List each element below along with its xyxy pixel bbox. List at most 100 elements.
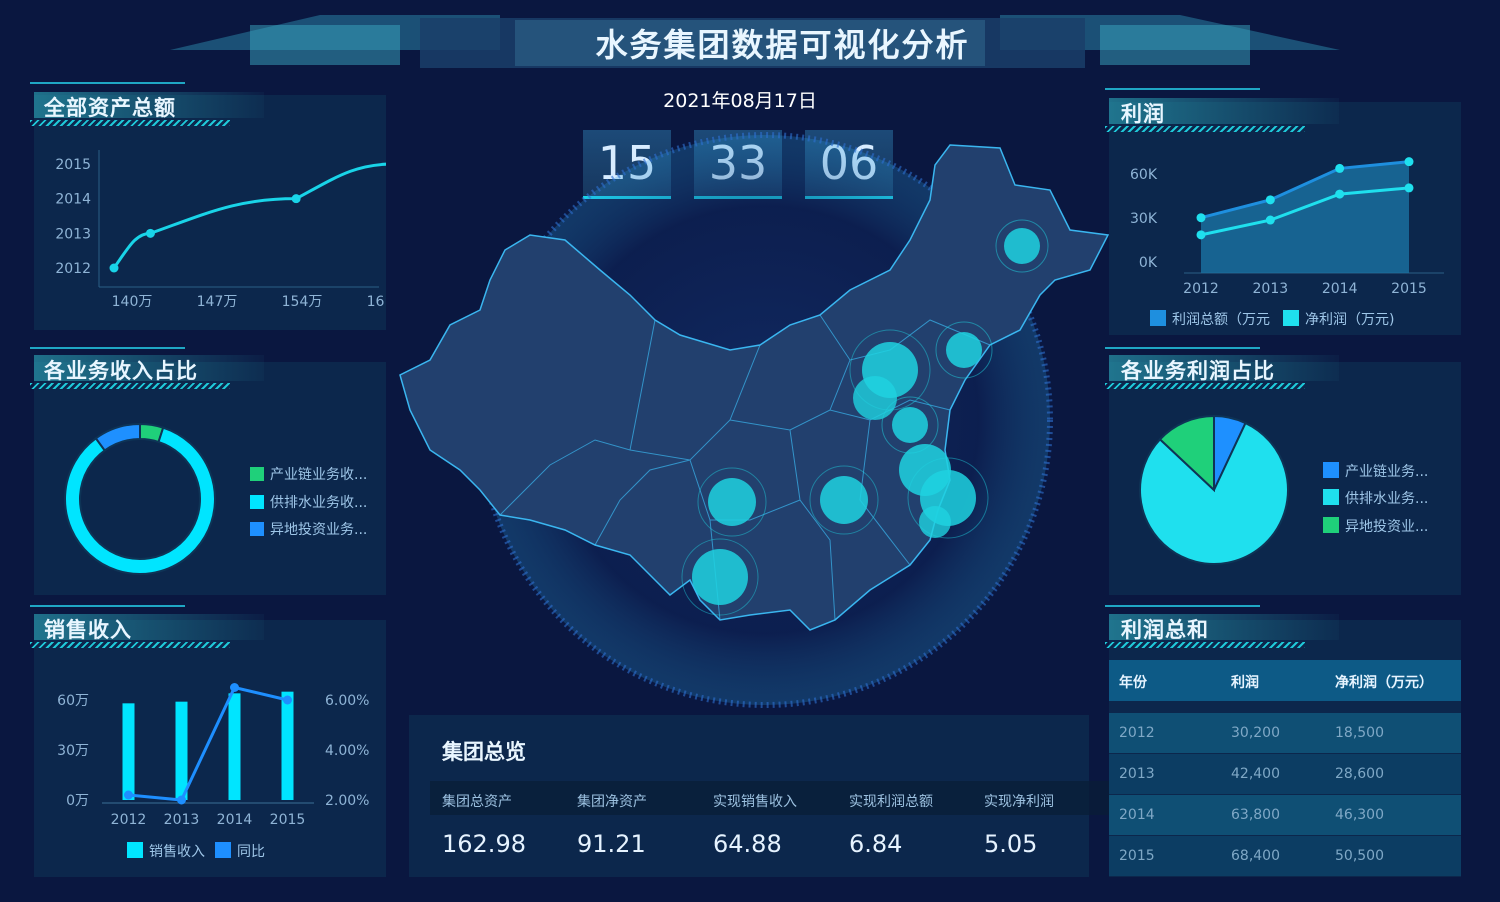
- legend-swatch: [1323, 489, 1339, 505]
- x-tick-label: 2015: [270, 812, 306, 828]
- profit-title: 利润: [1121, 102, 1165, 126]
- legend-swatch: [215, 842, 231, 858]
- legend-item: 异地投资业务...: [250, 519, 367, 539]
- revenue-share-title: 各业务收入占比: [44, 359, 198, 383]
- legend-label: 异地投资业...: [1345, 519, 1429, 535]
- panel-deco-line: [1105, 347, 1260, 349]
- sales-title: 销售收入: [44, 618, 132, 642]
- legend-label: 供排水业务收...: [270, 495, 368, 511]
- table-row: 2015 68,400 50,500: [1109, 836, 1461, 876]
- table-cell: 68,400: [1231, 848, 1280, 864]
- profit-share-title: 各业务利润占比: [1121, 359, 1275, 383]
- panel-deco-line: [1105, 605, 1260, 607]
- panel-deco-line: [30, 347, 185, 349]
- legend-item: 产业链业务收...: [250, 464, 367, 484]
- legend-item: 供排水业务收...: [250, 492, 367, 512]
- legend-label: 净利润（万元): [1305, 312, 1395, 328]
- y-tick-label: 2014: [55, 192, 91, 208]
- y-tick-label: 0万: [66, 793, 89, 809]
- table-row: 2012 30,200 18,500: [1109, 713, 1461, 753]
- legend-item: 产业链业务...: [1323, 461, 1428, 481]
- x-tick-label: 147万: [197, 294, 238, 310]
- legend-swatch: [250, 495, 264, 509]
- table-row: 2013 42,400 28,600: [1109, 754, 1461, 794]
- bar: [122, 703, 135, 800]
- data-point: [1335, 189, 1345, 199]
- x-tick-label: 2014: [1322, 281, 1358, 297]
- y-tick-label: 30K: [1130, 211, 1158, 227]
- x-tick-label: 154万: [282, 294, 323, 310]
- x-tick-label: 2014: [217, 812, 253, 828]
- data-point: [1196, 230, 1206, 240]
- panel-deco-line: [30, 82, 185, 84]
- y-tick-label: 2013: [55, 226, 91, 242]
- legend-swatch: [127, 842, 143, 858]
- profit-chart: 0K 30K 60K 2012 2013 2014 2015: [1130, 157, 1444, 297]
- legend-item: 净利润（万元): [1283, 309, 1394, 329]
- y-tick-label: 30万: [57, 743, 89, 759]
- profit-sum-title: 利润总和: [1121, 618, 1209, 642]
- table-row: 2014 63,800 46,300: [1109, 795, 1461, 835]
- bar: [175, 701, 188, 800]
- overview-label-net-profit: 实现净利润: [984, 794, 1054, 810]
- legend-label: 同比: [237, 844, 265, 860]
- table-cell: 63,800: [1231, 807, 1280, 823]
- data-point: [1404, 183, 1414, 193]
- data-point: [109, 263, 119, 273]
- overview-label-total-profit: 实现利润总额: [849, 794, 933, 810]
- x-tick-label: 2012: [111, 812, 147, 828]
- table-header-cell: 年份: [1119, 675, 1147, 691]
- y-tick-label: 60万: [57, 693, 89, 709]
- legend-label: 异地投资业务...: [270, 522, 368, 538]
- table-cell: 50,500: [1335, 848, 1384, 864]
- overview-label-sales: 实现销售收入: [713, 794, 797, 810]
- legend-label: 利润总额（万元: [1172, 312, 1270, 328]
- legend-item: 利润总额（万元: [1150, 309, 1270, 329]
- total-assets-title: 全部资产总额: [44, 96, 176, 120]
- overview-value-net-profit: 5.05: [984, 830, 1038, 858]
- data-point: [1265, 195, 1275, 205]
- legend-swatch: [1150, 310, 1166, 326]
- legend-label: 销售收入: [149, 844, 205, 860]
- data-point: [1265, 215, 1275, 225]
- x-tick-label: 2015: [1391, 281, 1427, 297]
- y-tick-label: 2015: [55, 157, 91, 173]
- legend-item: 销售收入: [127, 841, 205, 861]
- bar: [281, 691, 294, 800]
- pie-slice: [94, 422, 141, 452]
- legend-item: 同比: [215, 841, 265, 861]
- data-point: [124, 790, 133, 800]
- table-header-cell: 净利润（万元）: [1335, 675, 1433, 691]
- table-cell: 28,600: [1335, 766, 1384, 782]
- china-map: [399, 132, 1110, 708]
- x-tick-label: 140万: [112, 294, 153, 310]
- panel-deco-line: [30, 605, 185, 607]
- y2-tick-label: 6.00%: [325, 693, 369, 709]
- legend-swatch: [250, 467, 264, 481]
- legend-swatch: [250, 522, 264, 536]
- table-cell: 2013: [1119, 766, 1155, 782]
- overview-title: 集团总览: [442, 740, 526, 764]
- data-point: [283, 695, 292, 705]
- series-line: [112, 162, 386, 269]
- legend-label: 供排水业务...: [1345, 491, 1429, 507]
- table-cell: 18,500: [1335, 725, 1384, 741]
- table-cell: 2015: [1119, 848, 1155, 864]
- y-tick-label: 2012: [55, 261, 91, 277]
- x-tick-label: 2013: [164, 812, 200, 828]
- legend-swatch: [1323, 517, 1339, 533]
- bar: [228, 693, 241, 800]
- overview-value-net-assets: 91.21: [577, 830, 646, 858]
- data-point: [1335, 163, 1345, 173]
- legend-swatch: [1323, 462, 1339, 478]
- y-tick-label: 0K: [1139, 255, 1158, 271]
- x-tick-label: 2013: [1253, 281, 1289, 297]
- legend-label: 产业链业务...: [1345, 464, 1429, 480]
- table-cell: 30,200: [1231, 725, 1280, 741]
- page-title: 水务集团数据可视化分析: [595, 26, 970, 64]
- total-assets-chart: 2012 2013 2014 2015 140万 147万 154万 161万: [55, 150, 386, 310]
- x-tick-label: 161万: [367, 294, 386, 310]
- data-point: [230, 683, 239, 692]
- legend-item: 供排水业务...: [1323, 488, 1428, 508]
- data-point: [145, 228, 155, 238]
